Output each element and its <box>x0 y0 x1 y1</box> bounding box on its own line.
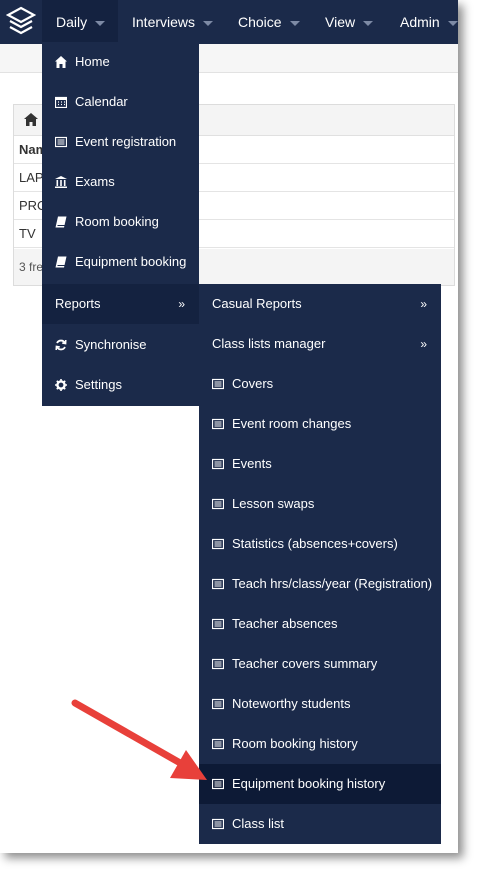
submenu-item-lesson-swaps[interactable]: Lesson swaps <box>199 484 441 524</box>
menu-item-label: Room booking history <box>232 736 358 751</box>
menu-item-label: Class lists manager <box>212 336 326 351</box>
submenu-item-class-lists-manager[interactable]: Class lists manager » <box>199 324 441 364</box>
top-navbar: Daily Interviews Choice View Admin <box>0 0 458 44</box>
menu-item-label: Covers <box>232 376 274 391</box>
nav-view-label: View <box>325 14 356 30</box>
menu-item-label: Statistics (absences+covers) <box>232 536 398 551</box>
list-icon <box>212 698 224 710</box>
menu-item-label: Noteworthy students <box>232 696 351 711</box>
nav-interviews[interactable]: Interviews <box>118 0 222 44</box>
reports-submenu: Casual Reports » Class lists manager » C… <box>199 284 441 844</box>
menu-item-label: Event registration <box>75 134 177 149</box>
home-icon <box>55 56 67 68</box>
submenu-item-statistics[interactable]: Statistics (absences+covers) <box>199 524 441 564</box>
chevron-down-icon <box>289 20 300 26</box>
menu-item-label: Home <box>75 54 110 69</box>
list-icon <box>212 818 224 830</box>
book-icon <box>55 216 67 228</box>
submenu-item-teacher-absences[interactable]: Teacher absences <box>199 604 441 644</box>
menu-item-calendar[interactable]: Calendar <box>42 82 199 122</box>
nav-choice-label: Choice <box>238 14 282 30</box>
nav-admin[interactable]: Admin <box>387 0 458 44</box>
menu-item-room-booking[interactable]: Room booking <box>42 202 199 242</box>
menu-item-exams[interactable]: Exams <box>42 162 199 202</box>
book-icon <box>55 256 67 268</box>
menu-item-label: Teacher covers summary <box>232 656 378 671</box>
nav-admin-label: Admin <box>400 14 440 30</box>
list-icon <box>212 578 224 590</box>
menu-item-label: Events <box>232 456 272 471</box>
menu-item-label: Class list <box>232 816 285 831</box>
menu-item-label: Teacher absences <box>232 616 338 631</box>
footer-text: 3 fre <box>19 260 44 274</box>
app-window: Daily Interviews Choice View Admin Nam L… <box>0 0 458 853</box>
daily-dropdown-menu: Home Calendar Event registration Exams R… <box>42 42 199 406</box>
chevron-down-icon <box>363 20 374 26</box>
menu-item-label: Teach hrs/class/year (Registration) <box>232 576 433 591</box>
list-icon <box>212 618 224 630</box>
submenu-item-class-list[interactable]: Class list <box>199 804 441 844</box>
list-icon <box>212 458 224 470</box>
refresh-icon <box>55 339 67 351</box>
submenu-arrow-icon: » <box>420 297 427 311</box>
list-icon <box>212 778 224 790</box>
menu-item-label: Reports <box>55 296 101 311</box>
nav-interviews-label: Interviews <box>132 14 196 30</box>
bank-icon <box>55 176 67 188</box>
menu-item-reports[interactable]: Reports » <box>42 284 199 324</box>
menu-item-synchronise[interactable]: Synchronise <box>42 325 199 365</box>
submenu-item-casual-reports[interactable]: Casual Reports » <box>199 284 441 324</box>
menu-item-home[interactable]: Home <box>42 42 199 82</box>
submenu-item-event-room-changes[interactable]: Event room changes <box>199 404 441 444</box>
submenu-arrow-icon: » <box>178 297 185 311</box>
calendar-icon <box>55 96 67 108</box>
menu-item-label: Equipment booking <box>75 254 187 269</box>
home-icon[interactable] <box>24 113 38 126</box>
menu-item-label: Synchronise <box>75 337 147 352</box>
submenu-item-equipment-booking-history[interactable]: Equipment booking history <box>199 764 441 804</box>
menu-item-label: Equipment booking history <box>232 776 386 791</box>
table-cell: TV <box>19 226 36 241</box>
nav-daily[interactable]: Daily <box>42 0 118 44</box>
menu-item-equipment-booking[interactable]: Equipment booking <box>42 242 199 282</box>
nav-choice[interactable]: Choice <box>224 0 310 44</box>
submenu-item-teach-hrs[interactable]: Teach hrs/class/year (Registration) <box>199 564 441 604</box>
chevron-down-icon <box>447 20 458 26</box>
menu-item-event-registration[interactable]: Event registration <box>42 122 199 162</box>
app-logo-icon[interactable] <box>6 6 36 38</box>
submenu-item-noteworthy-students[interactable]: Noteworthy students <box>199 684 441 724</box>
submenu-item-covers[interactable]: Covers <box>199 364 441 404</box>
list-icon <box>212 738 224 750</box>
list-icon <box>212 418 224 430</box>
menu-item-label: Lesson swaps <box>232 496 315 511</box>
menu-item-label: Casual Reports <box>212 296 302 311</box>
nav-view[interactable]: View <box>311 0 387 44</box>
menu-item-label: Exams <box>75 174 115 189</box>
menu-item-label: Room booking <box>75 214 159 229</box>
submenu-item-teacher-covers-summary[interactable]: Teacher covers summary <box>199 644 441 684</box>
gear-icon <box>55 379 67 391</box>
submenu-arrow-icon: » <box>420 337 427 351</box>
menu-item-label: Settings <box>75 377 122 392</box>
menu-item-settings[interactable]: Settings <box>42 365 199 405</box>
menu-item-label: Event room changes <box>232 416 352 431</box>
list-icon <box>55 136 67 148</box>
table-cell: LAP <box>19 170 44 185</box>
list-icon <box>212 378 224 390</box>
submenu-item-room-booking-history[interactable]: Room booking history <box>199 724 441 764</box>
menu-item-label: Calendar <box>75 94 128 109</box>
submenu-item-events[interactable]: Events <box>199 444 441 484</box>
list-icon <box>212 498 224 510</box>
chevron-down-icon <box>203 20 214 26</box>
list-icon <box>212 538 224 550</box>
nav-daily-label: Daily <box>56 14 88 30</box>
list-icon <box>212 658 224 670</box>
chevron-down-icon <box>95 20 106 26</box>
